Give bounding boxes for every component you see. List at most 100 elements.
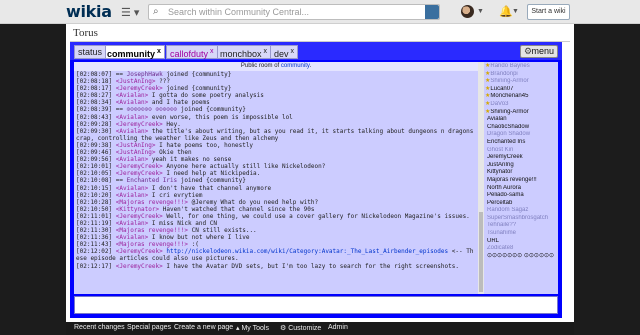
message-timestamp: [02:08:34] (76, 99, 113, 107)
message-timestamp: [02:11:19] (76, 219, 113, 227)
wikia-logo[interactable]: wikia (66, 2, 112, 21)
user-list-item[interactable]: ChaoticShadow (484, 124, 558, 132)
message-author[interactable]: Majoras revenge!!! (119, 227, 184, 234)
message-author[interactable]: Avialan (119, 114, 144, 121)
message-author[interactable]: ⊙⊙⊙⊙⊙⊙⊙ ⊙⊙⊙⊙⊙⊙ (127, 106, 178, 113)
message-author[interactable]: JeremyCreek (119, 163, 159, 170)
message-author[interactable]: Avialan (119, 92, 144, 99)
room-link[interactable]: community (281, 63, 310, 69)
chat-log[interactable]: Public room of community. [02:08:07] == … (74, 62, 478, 294)
user-list-item[interactable]: JustAnIng (484, 162, 558, 170)
message-author[interactable]: Majoras revenge!!! (119, 199, 184, 206)
message-author[interactable]: Majoras revenge!!! (119, 241, 184, 248)
user-list-item[interactable]: URL (484, 238, 558, 246)
scrollbar-thumb[interactable] (479, 212, 483, 292)
tab-label: status (78, 47, 103, 57)
start-a-wiki-button[interactable]: Start a wiki (527, 4, 570, 20)
message-author[interactable]: JeremyCreek (119, 121, 159, 128)
chat-message: [02:08:18] <JustAnIng> ??? (76, 78, 476, 85)
user-list-item[interactable]: ★DaVo3 (484, 101, 558, 109)
user-list-item[interactable]: Ghost Kin (484, 147, 558, 155)
chat-message: [02:09:38] <JustAnIng> I hate poems too,… (76, 142, 476, 149)
admin-link[interactable]: Admin (328, 324, 348, 331)
message-author[interactable]: Avialan (119, 185, 144, 192)
close-icon[interactable]: x (157, 48, 161, 55)
user-list-item[interactable]: Peliado-sama (484, 192, 558, 200)
close-icon[interactable]: x (210, 48, 214, 55)
search-submit-button[interactable] (425, 5, 439, 19)
tab-callofduty[interactable]: callofduty x (166, 45, 218, 59)
message-timestamp: [02:08:43] (76, 113, 113, 121)
user-list-item[interactable]: North Aurora (484, 185, 558, 193)
user-list-item[interactable]: SuperSmashbrosgatch (484, 215, 558, 223)
chevron-down-icon[interactable]: ▼ (512, 8, 519, 15)
message-author[interactable]: JeremyCreek (119, 213, 159, 220)
message-author[interactable]: Avialan (119, 128, 144, 135)
tab-label: callofduty (170, 49, 209, 59)
chevron-down-icon[interactable]: ▼ (477, 8, 484, 15)
message-author[interactable]: Enchanted Iris (127, 177, 178, 184)
message-author[interactable]: JeremyCreek (119, 248, 159, 255)
search-input[interactable]: Search within Community Central... (168, 7, 309, 17)
user-name: ⊙⊙⊙⊙⊙⊙⊙ ⊙⊙⊙⊙⊙⊙ (487, 252, 555, 259)
message-author[interactable]: Kittynator (119, 206, 155, 213)
user-avatar[interactable] (461, 5, 474, 18)
tab-dev[interactable]: dev x (270, 45, 299, 59)
user-list-item[interactable]: Enchanted Iris (484, 139, 558, 147)
message-author[interactable]: Avialan (119, 192, 144, 199)
join-marker: == (115, 106, 127, 114)
user-name: JeremyCreek (487, 154, 523, 161)
user-list-item[interactable]: Perceltab (484, 200, 558, 208)
message-author[interactable]: JustAnIng (119, 78, 152, 85)
customize-button[interactable]: ⚙ Customize (280, 324, 321, 332)
user-list-item[interactable]: Kittynator (484, 169, 558, 177)
message-input[interactable] (74, 296, 558, 314)
user-list-item[interactable]: ⊙⊙⊙⊙⊙⊙⊙ ⊙⊙⊙⊙⊙⊙ (484, 253, 558, 261)
gear-icon: ⚙ (280, 325, 287, 332)
message-author[interactable]: Avialan (119, 220, 144, 227)
user-list-item[interactable]: Zodicate8 (484, 245, 558, 253)
user-list-item[interactable]: Majoras revenge!!! (484, 177, 558, 185)
message-author[interactable]: JeremyCreek (119, 85, 159, 92)
user-list-item[interactable]: ★Lucan07 (484, 86, 558, 94)
search-box[interactable]: ⌕ Search within Community Central... (148, 4, 440, 20)
message-text: CN still exists... (188, 227, 257, 235)
user-list-item[interactable]: Dragon Shadow (484, 131, 558, 139)
user-list-item[interactable]: ★Monchenan45 (484, 93, 558, 101)
message-link[interactable]: http://nickelodeon.wikia.com/wiki/Catego… (166, 248, 448, 255)
create-page-link[interactable]: Create a new page (174, 324, 233, 331)
user-list-item[interactable]: ★Brandonpi (484, 71, 558, 79)
user-list-item[interactable]: Avialan (484, 116, 558, 124)
message-author[interactable]: JustAnIng (119, 142, 152, 149)
chat-message: [02:11:19] <Avialan> I miss Nick and CN (76, 220, 476, 227)
recent-changes-link[interactable]: Recent changes (74, 324, 125, 331)
user-list-item[interactable]: JeremyCreek (484, 154, 558, 162)
message-author[interactable]: JosephHawk (127, 71, 163, 78)
message-author[interactable]: JustAnIng (119, 149, 152, 156)
message-author[interactable]: Avialan (119, 99, 144, 106)
user-name: SuperSmashbrosgatch (487, 214, 549, 221)
message-author[interactable]: JeremyCreek (119, 170, 159, 177)
message-author[interactable]: Avialan (119, 234, 144, 241)
special-pages-link[interactable]: Special pages (127, 324, 171, 331)
my-tools-menu[interactable]: ▴ My Tools (236, 324, 269, 332)
close-icon[interactable]: x (291, 48, 295, 55)
notifications-bell-icon[interactable]: 🔔 (499, 5, 513, 18)
user-list-item[interactable]: ★Shining-Armor (484, 78, 558, 86)
user-list-item[interactable]: Tsunahime (484, 230, 558, 238)
user-list-item[interactable]: Random Sagaz (484, 207, 558, 215)
tab-community[interactable]: community x (103, 45, 165, 59)
message-timestamp: [02:10:20] (76, 191, 113, 199)
close-icon[interactable]: x (264, 48, 268, 55)
tab-monchbox[interactable]: monchbox x (216, 45, 272, 59)
message-author[interactable]: Avialan (119, 156, 144, 163)
message-list: [02:08:07] == JosephHawk joined {communi… (74, 71, 478, 270)
user-name: URL (487, 237, 500, 244)
menu-button[interactable]: ⚙ menu (520, 45, 558, 58)
tab-status[interactable]: status (74, 45, 107, 59)
hamburger-menu-icon[interactable]: ☰ ▾ (121, 6, 139, 19)
user-list-item[interactable]: ★Shining-Armor (484, 109, 558, 117)
user-list-item[interactable]: ★Rando Baynes (484, 63, 558, 71)
message-author[interactable]: JeremyCreek (119, 263, 159, 270)
user-list-item[interactable]: Tehnaile?? (484, 222, 558, 230)
